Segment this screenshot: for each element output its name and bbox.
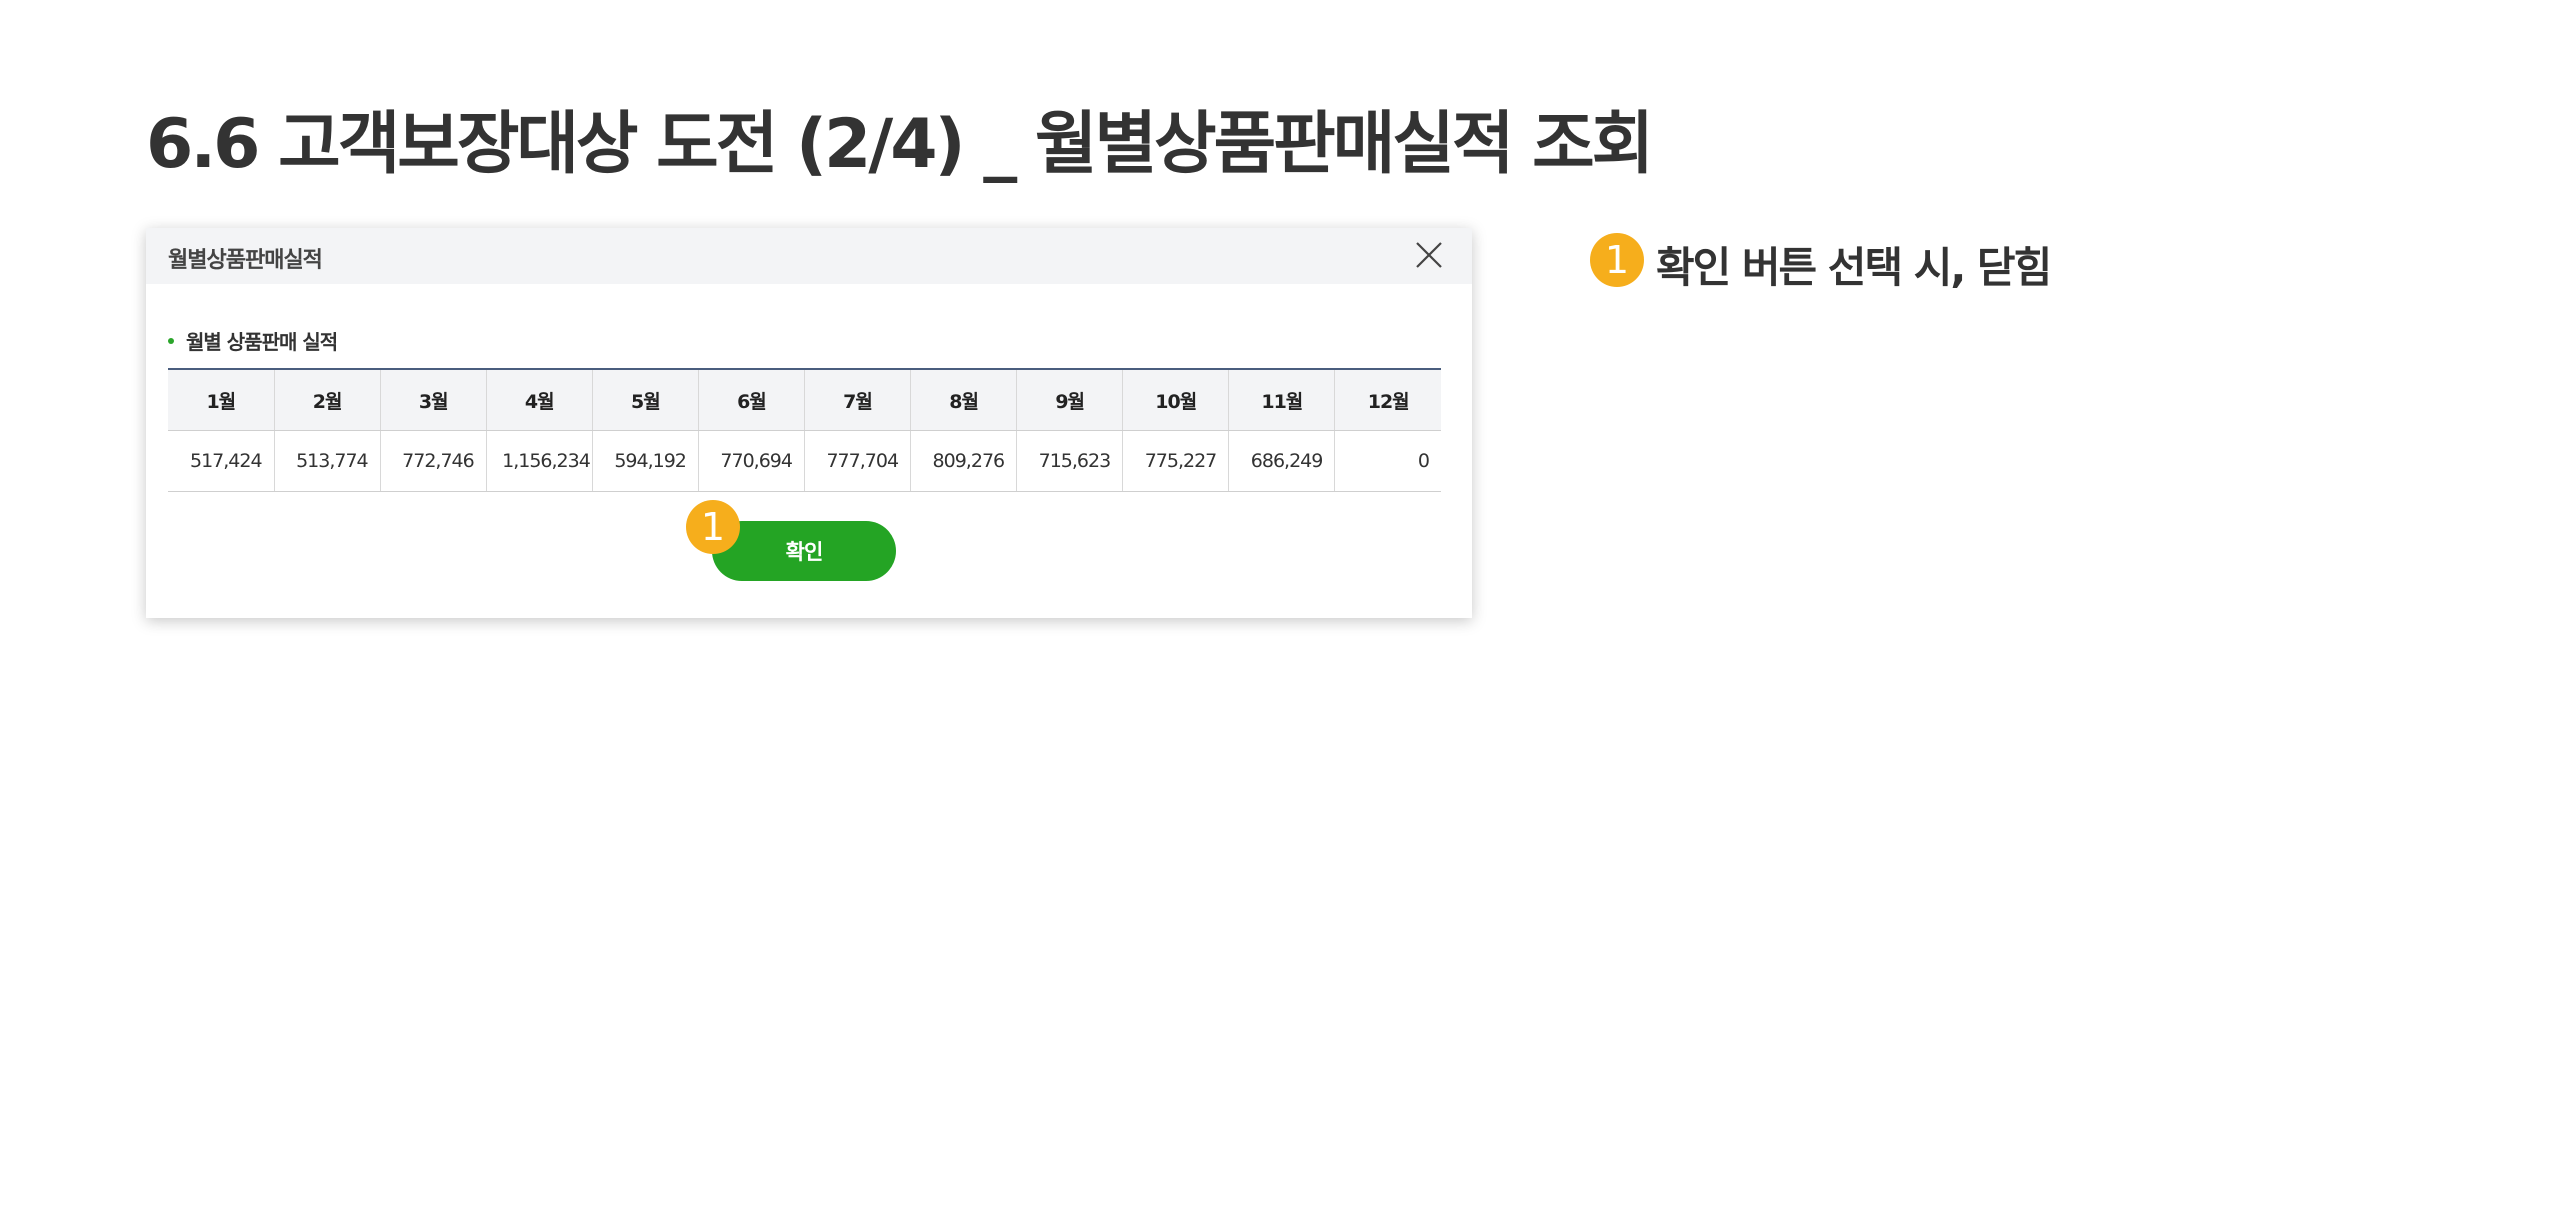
month-header: 7월: [804, 369, 912, 431]
month-header: 2월: [274, 369, 381, 431]
table-row: 517,424 513,774 772,746 1,156,234 594,19…: [168, 430, 1441, 492]
month-header: 3월: [380, 369, 487, 431]
sales-value-cell: 809,276: [910, 430, 1018, 492]
sales-value-cell: 513,774: [274, 430, 381, 492]
sales-value-cell: 775,227: [1122, 430, 1230, 492]
sales-value-cell: 772,746: [380, 430, 487, 492]
bullet-icon: [168, 337, 174, 344]
month-header: 12월: [1334, 369, 1441, 431]
monthly-sales-table: 1월 2월 3월 4월 5월 6월 7월 8월 9월 10월 11월 12월 5…: [168, 368, 1441, 492]
step-marker: 1: [686, 500, 740, 554]
sales-value-cell: 0: [1334, 430, 1441, 492]
sales-value-cell: 686,249: [1228, 430, 1336, 492]
month-header: 4월: [486, 369, 593, 431]
sales-value-cell: 1,156,234: [486, 430, 593, 492]
table-header-row: 1월 2월 3월 4월 5월 6월 7월 8월 9월 10월 11월 12월: [168, 369, 1441, 431]
month-header: 1월: [168, 369, 275, 431]
dialog-title: 월별상품판매실적: [168, 248, 323, 273]
sales-value-cell: 517,424: [168, 430, 275, 492]
month-header: 11월: [1228, 369, 1336, 431]
month-header: 6월: [698, 369, 805, 431]
sales-value-cell: 715,623: [1016, 430, 1124, 492]
section-title-label: 월별 상품판매 실적: [186, 330, 338, 354]
sales-value-cell: 777,704: [804, 430, 912, 492]
month-header: 5월: [592, 369, 699, 431]
close-icon[interactable]: [1412, 238, 1446, 272]
section-title: 월별 상품판매 실적: [168, 326, 338, 355]
sales-value-cell: 594,192: [592, 430, 699, 492]
annotation-text: 확인 버튼 선택 시, 닫힘: [1656, 243, 2052, 292]
sales-value-cell: 770,694: [698, 430, 805, 492]
sales-dialog: 월별상품판매실적 월별 상품판매 실적 1월 2월 3월 4월 5월 6월 7월…: [146, 228, 1472, 618]
step-marker: 1: [1590, 233, 1644, 287]
page-title: 6.6 고객보장대상 도전 (2/4) _ 월별상품판매실적 조회: [146, 105, 1654, 184]
month-header: 8월: [910, 369, 1018, 431]
month-header: 9월: [1016, 369, 1124, 431]
month-header: 10월: [1122, 369, 1230, 431]
dialog-header: 월별상품판매실적: [146, 228, 1472, 284]
